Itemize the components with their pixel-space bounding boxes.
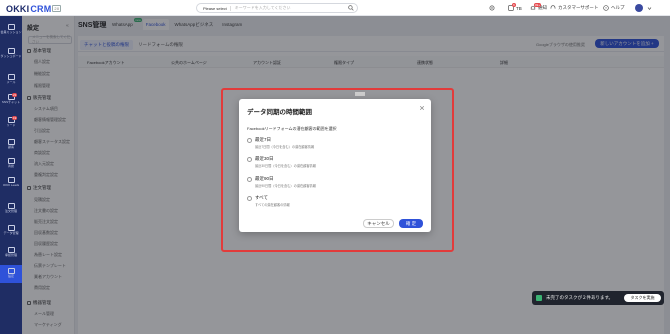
nav-item-mission[interactable]: 会員ミッション (0, 24, 22, 34)
nav-item-approval[interactable]: 承認管理 (0, 247, 22, 257)
run-tasks-button[interactable]: タスクを実施 (624, 294, 661, 302)
nav-label: 商談 (7, 164, 14, 168)
nav-item-okki-leads[interactable]: OKKI Leads (0, 177, 22, 187)
option-label: 最近90日 (255, 176, 274, 181)
nav-label: SNSチャット (1, 100, 21, 104)
range-option-7days[interactable]: 最近7日 最近7日間（今日を含む）の潜在顧客情報 (247, 137, 423, 151)
task-icon: 9 (508, 3, 516, 11)
logo[interactable]: OKKI CRM 20 (6, 3, 62, 14)
cancel-button[interactable]: キャンセル (363, 219, 394, 228)
nav-item-sns-chat[interactable]: 21 SNSチャット (0, 93, 22, 104)
close-icon[interactable] (419, 105, 425, 111)
search-scope-select[interactable]: Please select (197, 5, 231, 11)
nav-item-customers[interactable]: 顧客 (0, 139, 22, 149)
top-bar: OKKI CRM 20 Please select キーワードを入力してください… (0, 0, 670, 16)
nav-badge: 19 (12, 116, 18, 120)
nav-label: 注文管理 (4, 209, 17, 213)
option-label: すべて (255, 195, 269, 200)
global-search[interactable]: Please select キーワードを入力してください (196, 3, 358, 13)
option-description: 最近30日間（今日を含む）の潜在顧客情報 (255, 164, 316, 168)
help-button[interactable]: ? ヘルプ (603, 4, 625, 12)
sync-range-dialog: データ同期の時間範囲 Facebookリードフォームの潜在顧客の範囲を選択 最近… (239, 99, 431, 232)
radio-button[interactable] (247, 138, 252, 143)
nav-label: 承認管理 (4, 253, 17, 257)
help-label: ヘルプ (611, 5, 625, 10)
nav-label: OKKI Leads (2, 183, 20, 187)
tb-badge: 9 (512, 3, 516, 7)
version-badge: 20 (52, 5, 62, 12)
toast-message: 未完了のタスクが２件あります。 (546, 295, 614, 300)
dialog-title: データ同期の時間範囲 (247, 109, 312, 116)
radio-button[interactable] (247, 196, 252, 201)
nav-badge: 21 (12, 93, 18, 97)
nav-item-orders[interactable]: 注文管理 (0, 203, 22, 213)
help-icon: ? (603, 4, 609, 12)
option-label: 最近7日 (255, 137, 272, 142)
nav-item-dashboard[interactable]: ダッシュボード (0, 48, 22, 58)
logo-suffix: CRM (30, 3, 52, 14)
option-description: すべての潜在顧客の情報 (255, 203, 290, 207)
avatar[interactable] (635, 4, 643, 12)
option-description: 最近90日間（今日を含む）の潜在顧客情報 (255, 184, 316, 188)
nav-item-data[interactable]: データ管理 (0, 225, 22, 235)
headset-icon (550, 4, 556, 12)
logo-brand: OKKI (6, 3, 30, 14)
confirm-button[interactable]: 確 定 (399, 219, 423, 228)
search-input[interactable]: キーワードを入力してください (231, 5, 347, 11)
nav-item-settings[interactable]: 設定 (0, 265, 22, 283)
radio-button[interactable] (247, 177, 252, 182)
support-label: カスタマーサポート (558, 5, 599, 10)
task-icon (536, 295, 542, 301)
nav-label: メール (6, 80, 16, 84)
search-icon[interactable] (347, 5, 354, 12)
nav-label: データ管理 (3, 231, 19, 235)
nav-label: ダッシュボード (0, 54, 22, 58)
range-option-all[interactable]: すべて すべての潜在顧客の情報 (247, 195, 423, 209)
app-root: OKKI CRM 20 Please select キーワードを入力してください… (0, 0, 670, 334)
nav-label: 顧客 (7, 145, 14, 149)
nav-item-mail[interactable]: メール (0, 74, 22, 84)
range-option-30days[interactable]: 最近30日 最近30日間（今日を含む）の潜在顧客情報 (247, 156, 423, 170)
tb-label: TB (516, 5, 522, 11)
task-toast: 未完了のタスクが２件あります。 タスクを実施 (532, 291, 664, 305)
tb-button[interactable]: 9 TB (508, 3, 522, 12)
notice-button[interactable]: 99+ 通知 (530, 3, 547, 12)
dialog-description: Facebookリードフォームの潜在顧客の範囲を選択 (247, 126, 337, 131)
option-label: 最近30日 (255, 156, 274, 161)
notice-badge: 99+ (534, 3, 542, 7)
nav-item-leads[interactable]: 19 リード (0, 116, 22, 127)
chevron-down-icon[interactable] (647, 4, 652, 12)
radio-button[interactable] (247, 157, 252, 162)
nav-item-deals[interactable]: 商談 (0, 158, 22, 168)
option-description: 最近7日間（今日を含む）の潜在顧客情報 (255, 145, 315, 149)
nav-label: 設定 (7, 274, 14, 278)
main-nav: 会員ミッション ダッシュボード メール 21 SNSチャット 19 リード 顧客… (0, 16, 22, 334)
settings-icon[interactable] (489, 4, 495, 12)
svg-text:?: ? (605, 6, 607, 10)
bell-icon: 99+ (530, 3, 542, 11)
support-button[interactable]: カスタマーサポート (550, 4, 598, 12)
range-option-90days[interactable]: 最近90日 最近90日間（今日を含む）の潜在顧客情報 (247, 176, 423, 190)
nav-label: 会員ミッション (0, 30, 22, 34)
nav-label: リード (6, 123, 16, 127)
